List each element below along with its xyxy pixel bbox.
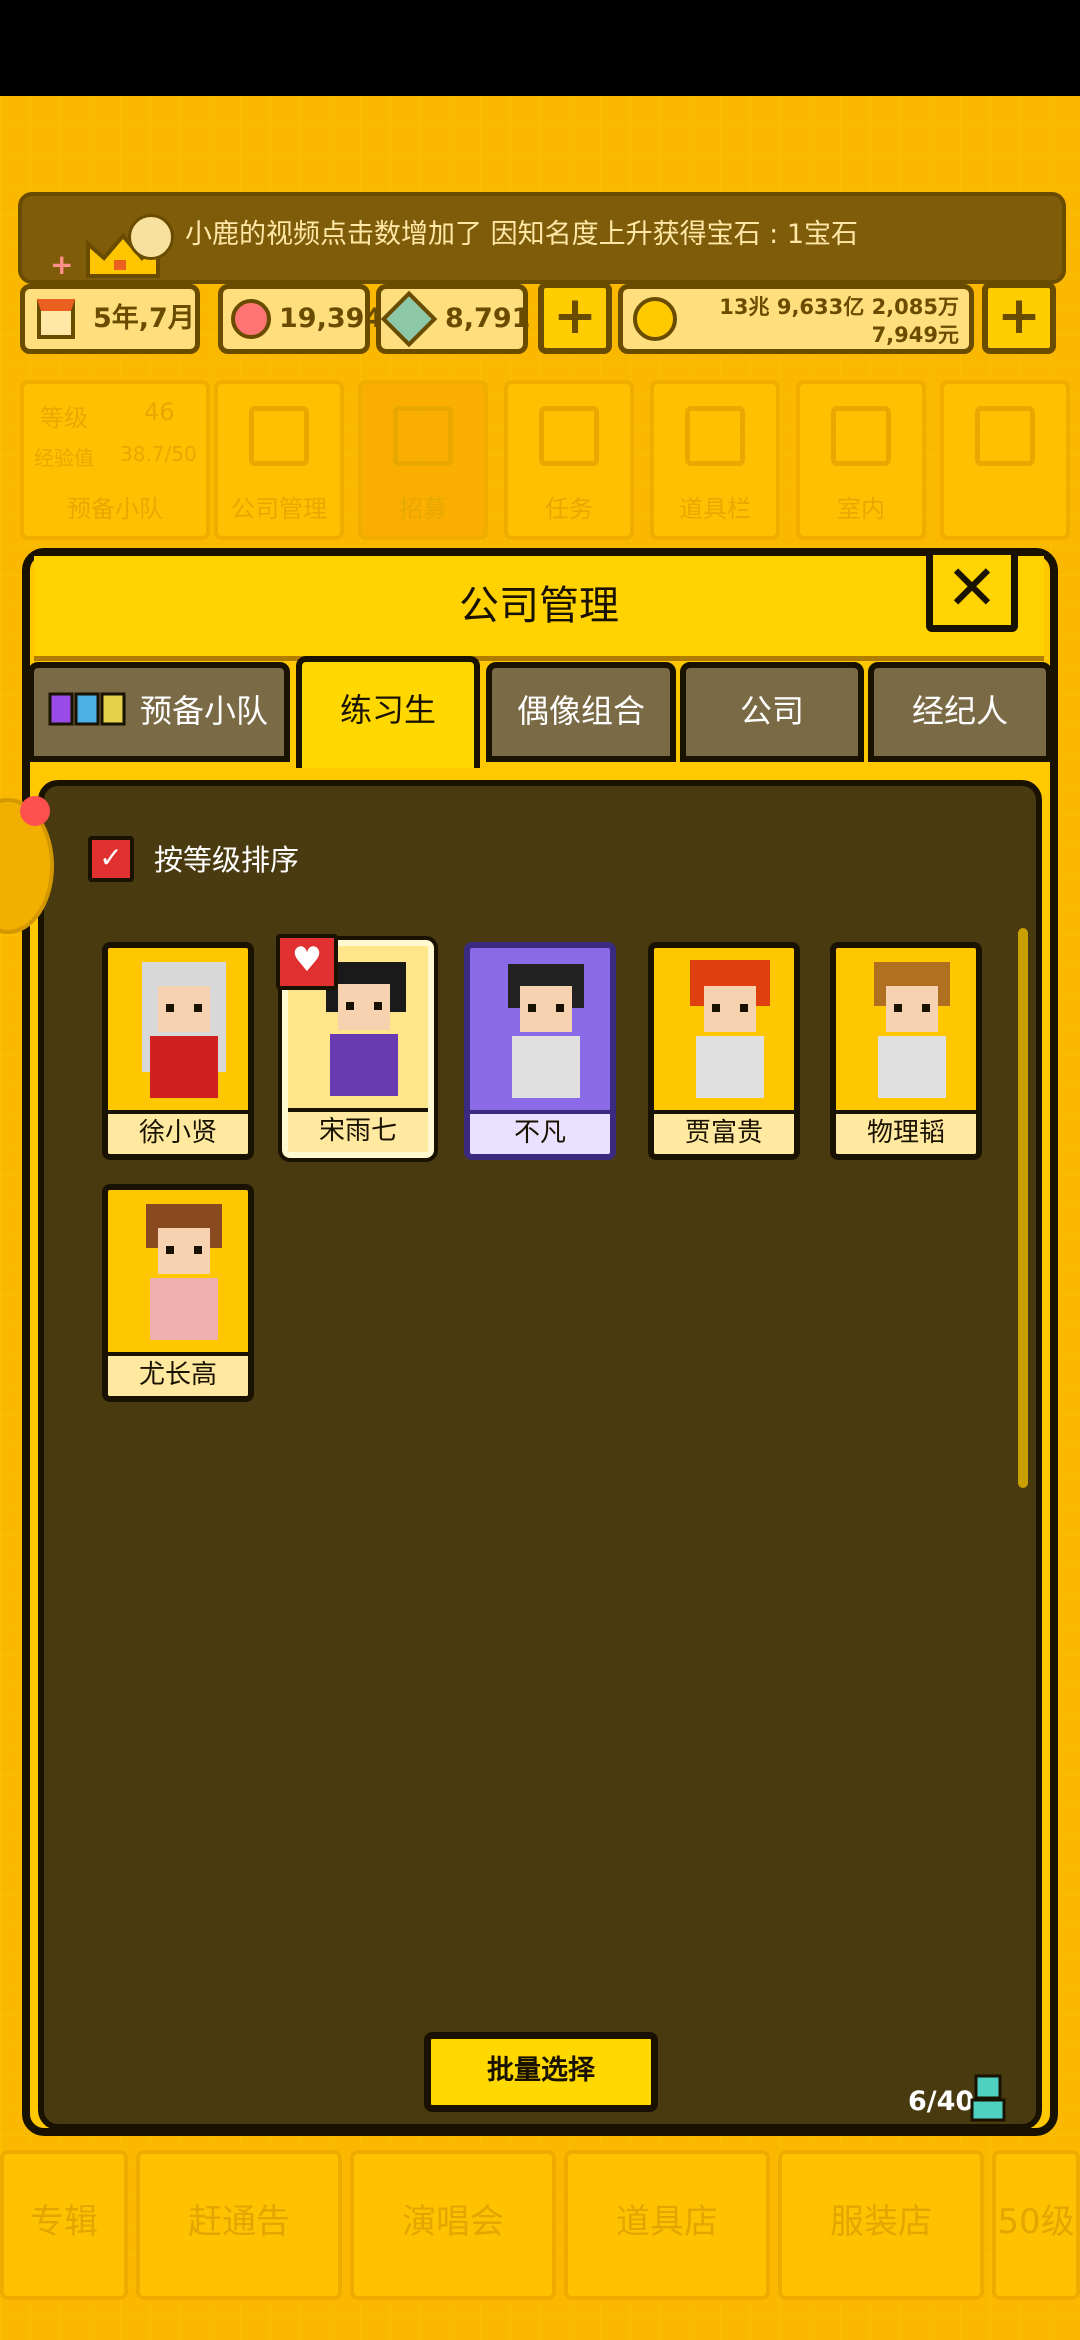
dialog-title: 公司管理: [459, 583, 619, 629]
close-icon: ✕: [946, 551, 998, 624]
tab-manager[interactable]: 经纪人: [868, 662, 1052, 762]
status-bar: [0, 0, 1080, 96]
trainee-avatar: [508, 964, 584, 1098]
trainee-card[interactable]: 尤长高: [102, 1184, 254, 1402]
heart-icon: ♥: [276, 934, 338, 990]
scrollbar[interactable]: [1018, 928, 1028, 1488]
trainee-name: 徐小贤: [108, 1110, 248, 1154]
trainee-name: 尤长高: [108, 1352, 248, 1396]
batch-select-button[interactable]: 批量选择: [424, 2032, 658, 2112]
trainee-card[interactable]: 不凡: [464, 942, 616, 1160]
trainee-name: 宋雨七: [288, 1108, 428, 1152]
trainee-avatar: [874, 962, 950, 1098]
tab-company[interactable]: 公司: [680, 662, 864, 762]
trainee-card[interactable]: 贾富贵: [648, 942, 800, 1160]
sort-by-level-label: 按等级排序: [154, 843, 300, 877]
trainee-avatar: [142, 962, 226, 1098]
trainee-card[interactable]: 物理韬: [830, 942, 982, 1160]
notification-dot: [20, 796, 50, 826]
tab-idol-groups[interactable]: 偶像组合: [486, 662, 676, 762]
trainee-name: 不凡: [470, 1110, 610, 1154]
trainee-name: 贾富贵: [654, 1110, 794, 1154]
close-button[interactable]: ✕: [926, 548, 1018, 632]
trainee-count: 6/40: [908, 2086, 975, 2117]
trainee-card[interactable]: 徐小贤: [102, 942, 254, 1160]
sort-by-level-checkbox[interactable]: ✓: [88, 836, 134, 882]
trainee-avatar: [690, 960, 770, 1098]
tab-trainees[interactable]: 练习生: [296, 656, 480, 768]
trainee-name: 物理韬: [836, 1110, 976, 1154]
trainee-avatar: [146, 1204, 222, 1340]
person-icon: [970, 2074, 1006, 2122]
tab-reserve-squad[interactable]: 预备小队: [28, 662, 290, 762]
